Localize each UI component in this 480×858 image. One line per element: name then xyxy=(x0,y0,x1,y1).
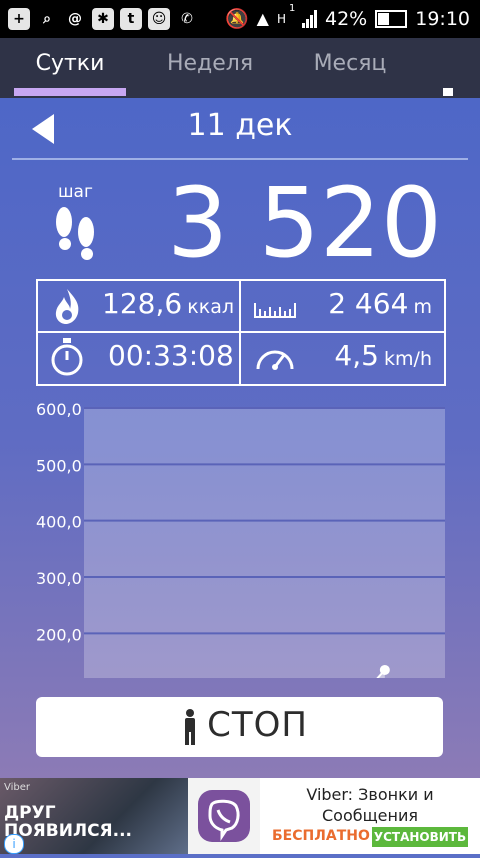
stats-grid: 128,6 ккал 2 464 m 00:33:08 4,5 km/h xyxy=(36,279,446,386)
clock: 19:10 xyxy=(415,7,470,30)
speed-unit: km/h xyxy=(384,348,432,370)
ad-image[interactable]: Viber ДРУГ ПОЯВИЛСЯ... i xyxy=(0,778,188,854)
battery-percent: 42% xyxy=(325,7,368,30)
status-right: 🔕 ▲ H 1 42% 19:10 xyxy=(224,3,470,31)
at-icon: @ xyxy=(68,11,82,27)
ad-free-label: БЕСПЛАТНО xyxy=(272,828,370,844)
notification-icons: + ⌕ @ ✱ t ☺ ✆ xyxy=(8,8,198,30)
whatsapp-icon: ✆ xyxy=(181,11,193,27)
duration-stat: 00:33:08 xyxy=(108,339,234,372)
current-date: 11 дек xyxy=(187,108,293,143)
distance-unit: m xyxy=(413,296,432,318)
duration-value: 00:33:08 xyxy=(108,339,234,372)
mute-icon: 🔕 xyxy=(224,8,249,30)
ad-left-line-2: ПОЯВИЛСЯ... xyxy=(4,821,133,841)
ad-left-line-1: ДРУГ xyxy=(4,803,56,823)
tumblr-icon: t xyxy=(120,8,142,30)
steps-label: шаг xyxy=(58,182,93,202)
ad-title: Viber: Звонки и Сообщения xyxy=(306,785,434,825)
speed-stat: 4,5 km/h xyxy=(334,339,432,372)
stop-button[interactable]: СТОП xyxy=(36,697,443,757)
speed-value: 4,5 xyxy=(334,339,379,372)
flame-icon xyxy=(55,289,79,324)
ad-brand-small: Viber xyxy=(4,782,31,793)
ad-install-button[interactable]: УСТАНОВИТЬ xyxy=(372,827,468,847)
stopwatch-icon xyxy=(51,338,83,376)
battery-icon xyxy=(375,9,408,28)
calories-unit: ккал xyxy=(187,296,235,318)
viber-logo-icon[interactable] xyxy=(188,778,260,854)
chart-ytick-label: 400,0 xyxy=(36,513,82,532)
ruler-icon xyxy=(254,303,296,318)
tab-week[interactable]: Неделя xyxy=(154,38,266,98)
chart-point xyxy=(379,664,390,675)
main-panel: 11 дек шаг 3 520 128,6 ккал 2 464 m 00:3… xyxy=(0,98,480,778)
calories-value: 128,6 xyxy=(102,287,183,320)
search-icon: ⌕ xyxy=(43,11,51,27)
signal-icon xyxy=(302,9,317,28)
stop-button-label: СТОП xyxy=(207,705,308,745)
step-count: 3 520 xyxy=(167,167,442,279)
chart-ytick-label: 600,0 xyxy=(36,400,82,419)
puzzle-icon: ✱ xyxy=(92,8,114,30)
ad-banner[interactable]: Viber ДРУГ ПОЯВИЛСЯ... i Viber: Звонки и… xyxy=(0,778,480,854)
hourly-steps-chart: 100,0200,0300,0400,0500,0600,02468101214… xyxy=(36,400,445,678)
chart-plot-area xyxy=(84,408,445,678)
speedometer-icon xyxy=(256,350,294,370)
chart-ytick-label: 500,0 xyxy=(36,456,82,475)
ad-info-icon[interactable]: i xyxy=(4,834,24,854)
chart-ytick-label: 300,0 xyxy=(36,569,82,588)
footprints-icon xyxy=(56,207,94,260)
tab-month[interactable]: Месяц xyxy=(294,38,406,98)
chart-ytick-label: 200,0 xyxy=(36,625,82,644)
date-divider xyxy=(12,158,468,160)
network-type: H xyxy=(276,11,286,26)
game-icon: ☺ xyxy=(148,8,170,30)
date-row: 11 дек xyxy=(0,98,480,158)
distance-value: 2 464 xyxy=(328,287,409,320)
calories-stat: 128,6 ккал xyxy=(102,287,234,320)
status-bar: + ⌕ @ ✱ t ☺ ✆ 🔕 ▲ H 1 42% 19:10 xyxy=(0,0,480,38)
sim-number: 1 xyxy=(288,2,296,14)
distance-stat: 2 464 m xyxy=(328,287,432,320)
active-tab-indicator xyxy=(14,88,126,96)
wifi-icon: ▲ xyxy=(256,9,269,28)
plus-icon: + xyxy=(8,8,30,30)
